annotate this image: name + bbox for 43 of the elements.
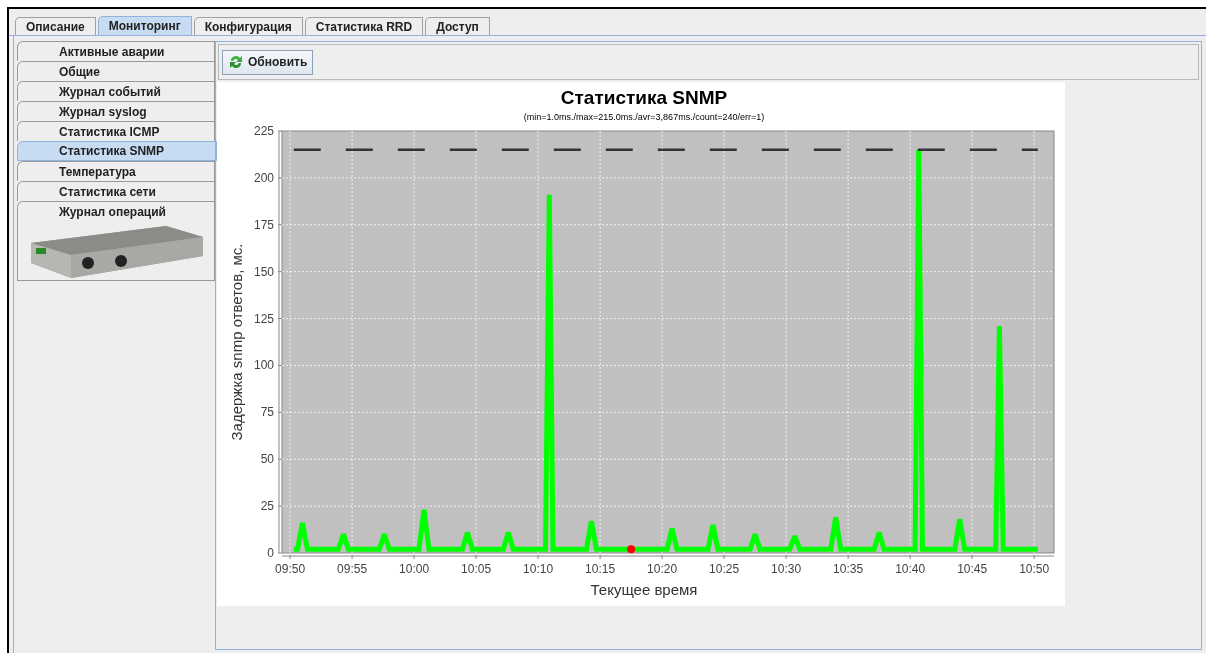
y-axis-title: Задержка snmp ответов, мс. (228, 243, 245, 441)
y-tick-label: 225 (253, 124, 274, 138)
sidebar-item[interactable]: Общие (17, 61, 215, 81)
tab[interactable]: Доступ (425, 17, 490, 35)
tab[interactable]: Статистика RRD (304, 17, 424, 35)
sidebar-item[interactable]: Статистика ICMP (17, 121, 215, 141)
sidebar-item[interactable]: Журнал syslog (17, 101, 215, 121)
y-tick-label: 25 (260, 499, 274, 514)
refresh-icon (228, 54, 244, 70)
x-tick-label: 10:15 (585, 562, 616, 576)
x-tick-label: 10:30 (771, 562, 802, 576)
y-tick-label: 100 (253, 358, 274, 373)
sidebar-item[interactable]: Активные аварии (17, 41, 215, 61)
sidebar-item[interactable]: Журнал событий (17, 81, 215, 101)
tab[interactable]: Конфигурация (193, 17, 303, 35)
x-tick-label: 09:50 (275, 562, 306, 576)
x-tick-label: 10:45 (957, 562, 988, 576)
y-tick-label: 150 (253, 264, 274, 279)
y-tick-label: 0 (267, 546, 274, 560)
sidebar-item[interactable]: Статистика сети (17, 181, 215, 201)
x-tick-label: 10:10 (523, 562, 554, 576)
y-tick-label: 75 (260, 405, 274, 420)
x-tick-label: 10:00 (399, 562, 430, 576)
x-axis-title: Текущее время (590, 581, 698, 598)
tab[interactable]: Описание (15, 17, 96, 35)
sidebar-item[interactable]: Температура (17, 161, 215, 181)
refresh-button[interactable]: Обновить (222, 49, 314, 75)
x-tick-label: 10:20 (647, 562, 678, 576)
sidebar-item[interactable]: Журнал операций (17, 201, 215, 221)
y-tick-label: 125 (253, 311, 274, 326)
x-tick-label: 10:05 (461, 562, 492, 576)
sidebar-item[interactable]: Статистика SNMP (17, 141, 217, 161)
x-tick-label: 10:35 (833, 562, 864, 576)
x-tick-label: 10:25 (709, 562, 740, 576)
y-tick-label: 200 (253, 170, 274, 185)
chart-subtitle: (min=1.0ms./max=215.0ms./avr=3,867ms./count=240/err=1) (523, 112, 765, 122)
y-tick-label: 175 (253, 217, 274, 232)
chart-title: Статистика SNMP (560, 87, 728, 108)
x-tick-label: 10:50 (1019, 562, 1050, 576)
x-tick-label: 10:40 (895, 562, 926, 576)
x-tick-label: 09:55 (337, 562, 368, 576)
y-tick-label: 50 (260, 452, 274, 467)
tab[interactable]: Мониторинг (97, 16, 192, 35)
